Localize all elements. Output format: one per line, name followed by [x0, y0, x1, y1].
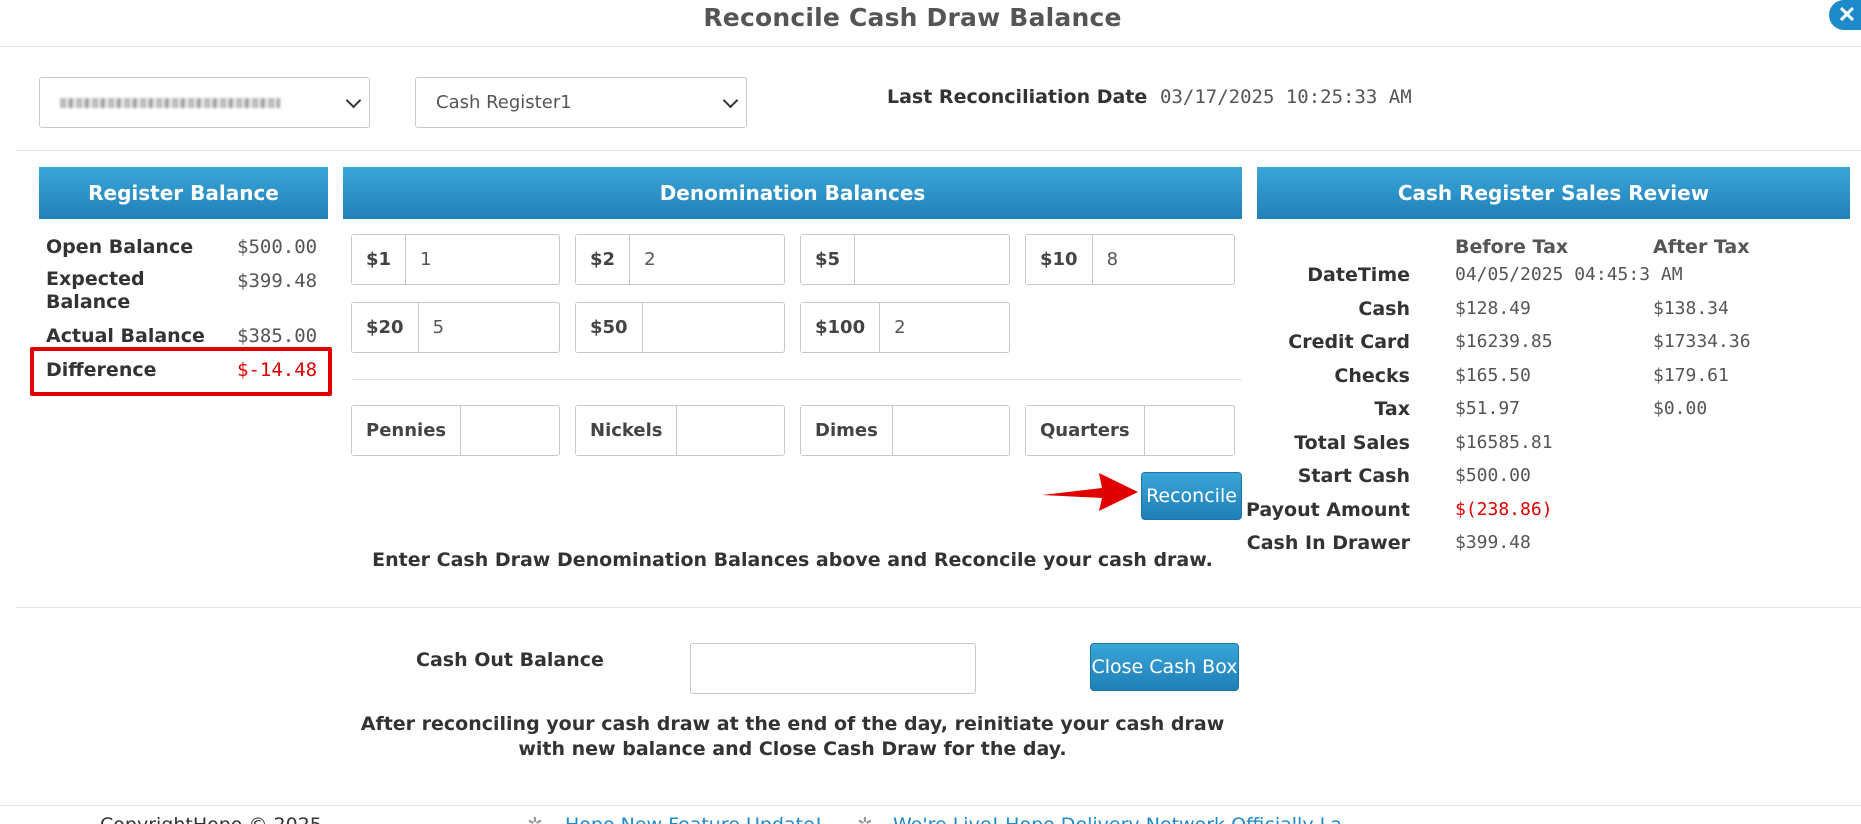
denom-label: $100 — [801, 303, 881, 352]
sr-after-cash: $138.34 — [1653, 298, 1729, 319]
denom-input[interactable]: 2 — [630, 235, 784, 284]
denom-label: $1 — [352, 235, 407, 284]
denomination-balances-header: Denomination Balances — [343, 167, 1242, 219]
denom-label: $50 — [576, 303, 643, 352]
coin-input[interactable] — [893, 406, 1009, 455]
last-reconciliation-value: 03/17/2025 10:25:33 AM — [1160, 86, 1412, 108]
sr-before-total-sales: $16585.81 — [1455, 432, 1553, 453]
denom-50-field[interactable]: $50 — [575, 302, 785, 353]
coin-label: Dimes — [801, 406, 893, 455]
sr-after-tax: $0.00 — [1653, 398, 1708, 419]
quarters-field[interactable]: Quarters — [1025, 405, 1235, 456]
sr-after-credit-card: $17334.36 — [1653, 331, 1751, 352]
sr-before-tax: $51.97 — [1455, 398, 1521, 419]
denom-input[interactable] — [643, 303, 784, 352]
after-tax-header: After Tax — [1653, 236, 1750, 258]
denom-20-field[interactable]: $20 5 — [351, 302, 560, 353]
pennies-field[interactable]: Pennies — [351, 405, 560, 456]
divider — [16, 607, 1861, 608]
store-select-value-redacted — [60, 98, 280, 108]
cash-out-balance-label: Cash Out Balance — [416, 649, 604, 671]
close-cash-box-button[interactable]: Close Cash Box — [1090, 643, 1239, 691]
sr-label-cash-in-drawer: Cash In Drawer — [1246, 532, 1410, 554]
difference-label: Difference — [46, 359, 157, 381]
sr-label-tax: Tax — [1374, 398, 1410, 420]
reconcile-instruction: Enter Cash Draw Denomination Balances ab… — [372, 549, 1213, 571]
chevron-down-icon — [722, 92, 739, 109]
dialog-header: Reconcile Cash Draw Balance ✕ — [0, 0, 1861, 47]
register-select-value: Cash Register1 — [436, 92, 572, 113]
open-balance-value: $500.00 — [237, 236, 318, 258]
divider — [351, 379, 1242, 380]
coin-input[interactable] — [461, 406, 559, 455]
feature-update-link[interactable]: Hopo New Feature Update! — [565, 814, 822, 824]
register-select[interactable]: Cash Register1 — [415, 77, 747, 128]
sr-after-checks: $179.61 — [1653, 365, 1729, 386]
divider — [16, 150, 1861, 151]
last-reconciliation-label: Last Reconciliation Date — [887, 86, 1148, 108]
sales-review-header: Cash Register Sales Review — [1257, 167, 1850, 219]
before-tax-header: Before Tax — [1455, 236, 1569, 258]
bug-icon: ✲ — [527, 814, 543, 824]
sr-label-total-sales: Total Sales — [1294, 432, 1410, 454]
sr-before-checks: $165.50 — [1455, 365, 1531, 386]
actual-balance-value: $385.00 — [237, 325, 318, 347]
sr-before-start-cash: $500.00 — [1455, 465, 1531, 486]
sr-label-cash: Cash — [1358, 298, 1410, 320]
denom-input[interactable] — [855, 235, 1009, 284]
denom-10-field[interactable]: $10 8 — [1025, 234, 1235, 285]
store-select[interactable] — [39, 77, 370, 128]
denom-label: $10 — [1026, 235, 1093, 284]
nickels-field[interactable]: Nickels — [575, 405, 785, 456]
footer: CopyrightHopo © 2025 ✲ Hopo New Feature … — [0, 805, 1861, 824]
bug-icon: ✲ — [857, 814, 873, 824]
close-icon[interactable]: ✕ — [1829, 0, 1861, 30]
coin-label: Quarters — [1026, 406, 1145, 455]
denom-2-field[interactable]: $2 2 — [575, 234, 785, 285]
sr-before-cash-in-drawer: $399.48 — [1455, 532, 1531, 553]
reconcile-button[interactable]: Reconcile — [1141, 472, 1242, 520]
denom-label: $5 — [801, 235, 856, 284]
coin-label: Nickels — [576, 406, 678, 455]
denom-input[interactable]: 1 — [406, 235, 559, 284]
denom-label: $2 — [576, 235, 631, 284]
sr-label-payout-amount: Payout Amount — [1245, 499, 1410, 521]
denom-input[interactable]: 5 — [419, 303, 559, 352]
copyright-text: CopyrightHopo © 2025 — [100, 814, 322, 824]
sr-label-datetime: DateTime — [1307, 264, 1410, 286]
denom-1-field[interactable]: $1 1 — [351, 234, 560, 285]
sr-label-start-cash: Start Cash — [1297, 465, 1410, 487]
delivery-network-link[interactable]: We're Live! Hopo Delivery Network Offici… — [893, 814, 1342, 824]
sr-before-payout-amount: $(238.86) — [1455, 499, 1553, 520]
denom-input[interactable]: 2 — [880, 303, 1009, 352]
arrow-annotation-icon — [1042, 473, 1138, 511]
open-balance-label: Open Balance — [46, 236, 194, 258]
register-balance-header: Register Balance — [39, 167, 328, 219]
dialog-title: Reconcile Cash Draw Balance — [703, 3, 1122, 32]
dimes-field[interactable]: Dimes — [800, 405, 1010, 456]
expected-balance-value: $399.48 — [237, 270, 318, 292]
sr-before-credit-card: $16239.85 — [1455, 331, 1553, 352]
cash-out-balance-input[interactable] — [690, 643, 976, 694]
coin-input[interactable] — [677, 406, 784, 455]
sr-before-datetime: 04/05/2025 04:45:3 AM — [1455, 264, 1683, 285]
expected-balance-label: Expected Balance — [46, 268, 145, 313]
difference-value: $-14.48 — [237, 359, 318, 381]
chevron-down-icon — [345, 92, 362, 109]
denom-input[interactable]: 8 — [1093, 235, 1234, 284]
denom-label: $20 — [352, 303, 419, 352]
sr-label-checks: Checks — [1334, 365, 1410, 387]
denom-100-field[interactable]: $100 2 — [800, 302, 1010, 353]
coin-label: Pennies — [352, 406, 462, 455]
actual-balance-label: Actual Balance — [46, 325, 205, 347]
denom-5-field[interactable]: $5 — [800, 234, 1010, 285]
sr-label-credit-card: Credit Card — [1288, 331, 1410, 353]
coin-input[interactable] — [1145, 406, 1234, 455]
close-instruction: After reconciling your cash draw at the … — [360, 713, 1225, 760]
sr-before-cash: $128.49 — [1455, 298, 1531, 319]
